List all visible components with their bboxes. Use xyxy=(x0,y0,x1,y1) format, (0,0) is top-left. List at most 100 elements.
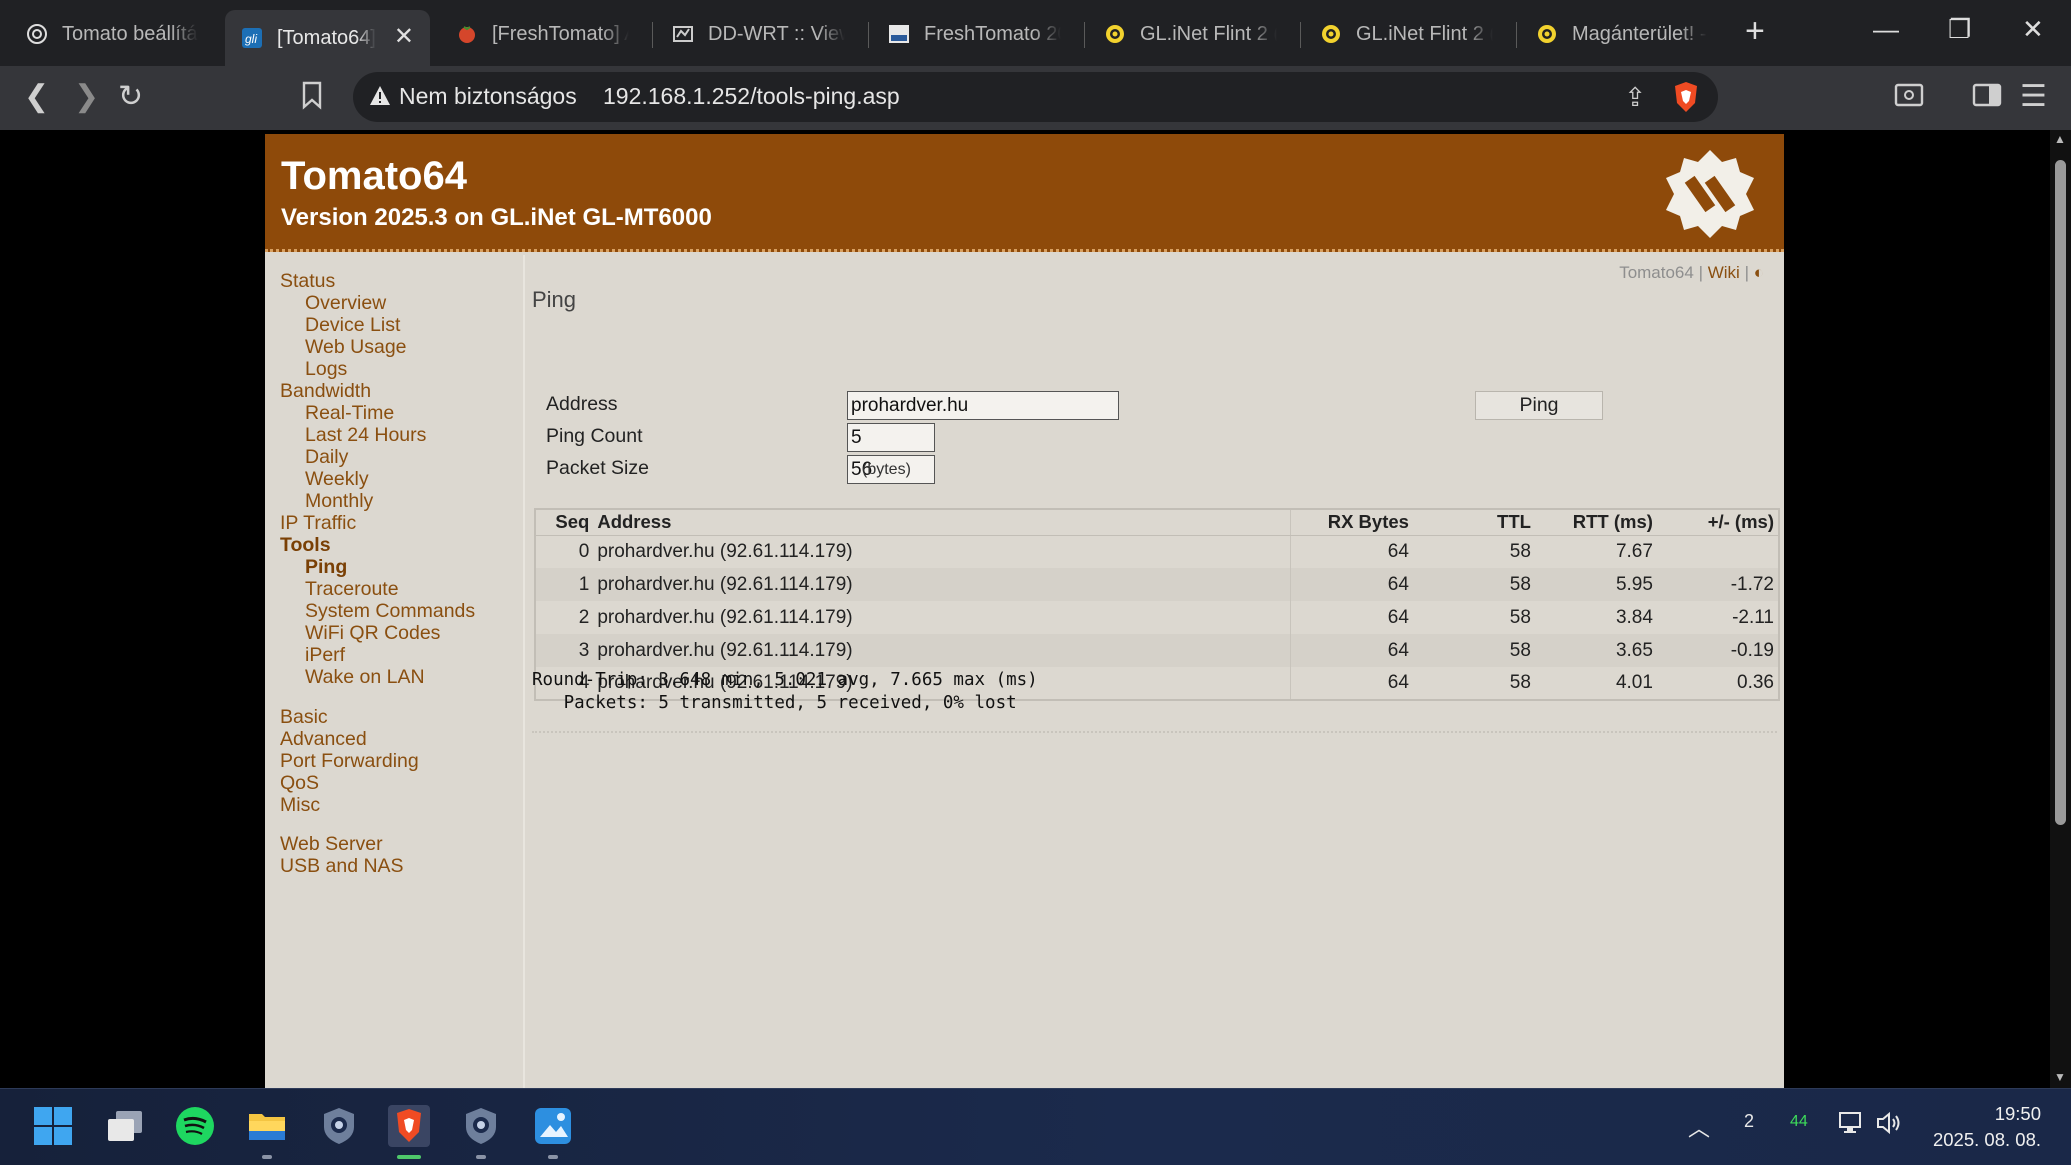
sidebar-item-real-time[interactable]: Real-Time xyxy=(305,401,394,425)
sidebar-item-web-usage[interactable]: Web Usage xyxy=(305,335,407,359)
sidebar-item-basic[interactable]: Basic xyxy=(280,705,328,729)
warning-icon xyxy=(370,86,390,105)
sidebar-item-misc[interactable]: Misc xyxy=(280,793,320,817)
tomato-logo-icon xyxy=(1666,150,1754,238)
sidebar-item-traceroute[interactable]: Traceroute xyxy=(305,577,399,601)
running-indicator xyxy=(262,1155,272,1159)
back-icon[interactable]: ❮ xyxy=(24,80,49,114)
system-clock[interactable]: 19:50 2025. 08. 08. xyxy=(1933,1101,2041,1153)
rtt-cell: 7.67 xyxy=(1615,540,1653,562)
minimize-icon[interactable]: — xyxy=(1873,14,1899,45)
network-icon[interactable] xyxy=(1838,1111,1866,1140)
close-tab-icon[interactable]: ✕ xyxy=(394,22,414,51)
sidebar-item-wake-on-lan[interactable]: Wake on LAN xyxy=(305,665,425,689)
sidebar-item-system-commands[interactable]: System Commands xyxy=(305,599,475,623)
volume-icon[interactable] xyxy=(1876,1111,1904,1140)
restore-icon[interactable]: ❐ xyxy=(1948,14,1971,45)
diff-cell: -1.72 xyxy=(1656,568,1779,601)
tab-glinet-flint-1[interactable]: GL.iNet Flint 2 ( xyxy=(1088,10,1293,58)
home-link[interactable]: Tomato64 xyxy=(1619,263,1694,282)
tab-title: GL.iNet Flint 2 ( xyxy=(1140,22,1277,45)
router-header: Tomato64 Version 2025.3 on GL.iNet GL-MT… xyxy=(265,134,1784,252)
tomato-icon xyxy=(459,26,475,43)
tray-badge-count[interactable]: 2 xyxy=(1744,1111,1754,1132)
tab-glinet-flint-2[interactable]: GL.iNet Flint 2 ( xyxy=(1304,10,1509,58)
tab-tomato64[interactable]: gli [Tomato64] ✕ xyxy=(225,10,430,66)
tab-maganterulet[interactable]: Magánterület! - xyxy=(1520,10,1725,58)
ping-count-input[interactable] xyxy=(847,423,935,452)
col-address: Address xyxy=(593,509,1292,536)
sidebar-item-device-list[interactable]: Device List xyxy=(305,313,400,337)
tab-freshtomato-2025[interactable]: FreshTomato 20 xyxy=(872,10,1077,58)
sidebar-item-status[interactable]: Status xyxy=(280,269,335,293)
tab-ddwrt[interactable]: DD-WRT :: View xyxy=(656,10,861,58)
spotify-icon[interactable] xyxy=(174,1105,216,1147)
sidebar-item-bandwidth[interactable]: Bandwidth xyxy=(280,379,371,403)
page-viewport: Tomato64 Version 2025.3 on GL.iNet GL-MT… xyxy=(0,130,2050,1088)
sidebar-item-web-server[interactable]: Web Server xyxy=(280,832,383,856)
sidebar-item-advanced[interactable]: Advanced xyxy=(280,727,367,751)
dotted-divider xyxy=(532,731,1777,733)
theme-toggle-icon[interactable]: ◐ xyxy=(1754,263,1764,282)
sidebar-item-ip-traffic[interactable]: IP Traffic xyxy=(280,511,356,535)
sidebar-item-wifi-qr-codes[interactable]: WiFi QR Codes xyxy=(305,621,440,645)
windows-start-icon[interactable] xyxy=(32,1105,74,1147)
menu-icon[interactable]: ☰ xyxy=(2020,80,2047,114)
brave-shields-icon[interactable] xyxy=(1672,81,1700,113)
tab-title: [Tomato64] xyxy=(277,26,376,49)
tab-tomato-settings[interactable]: Tomato beállítá xyxy=(10,10,215,58)
sidebar-item-iperf[interactable]: iPerf xyxy=(305,643,345,667)
tab-freshtomato-forum[interactable]: [FreshTomato] A xyxy=(440,10,645,58)
svg-text:gli: gli xyxy=(245,32,257,46)
sidebar-item-last-24-hours[interactable]: Last 24 Hours xyxy=(305,423,426,447)
ping-button[interactable]: Ping xyxy=(1475,391,1603,420)
tab-title: Magánterület! - xyxy=(1572,22,1707,45)
page-scrollbar[interactable]: ▲ ▼ xyxy=(2050,130,2071,1088)
forward-icon[interactable]: ❯ xyxy=(74,80,99,114)
task-view-icon[interactable] xyxy=(104,1105,146,1147)
brave-browser-icon[interactable] xyxy=(388,1105,430,1147)
ttl-cell: 58 xyxy=(1509,540,1531,562)
sidebar-nav: Status Overview Device List Web Usage Logs Ba… xyxy=(265,255,525,1088)
address-cell: prohardver.hu (92.61.114.179) xyxy=(593,634,1292,667)
reload-icon[interactable]: ↻ xyxy=(118,80,143,114)
file-explorer-icon[interactable] xyxy=(246,1105,288,1147)
sidebar-item-qos[interactable]: QoS xyxy=(280,771,319,795)
security-label[interactable]: Nem biztonságos xyxy=(399,83,577,110)
sidebar-toggle-icon[interactable] xyxy=(1972,80,2002,118)
reader-mode-icon[interactable] xyxy=(1894,80,1924,118)
wiki-link[interactable]: Wiki xyxy=(1708,263,1740,282)
scroll-up-icon[interactable]: ▲ xyxy=(2054,132,2066,146)
sidebar-item-usb-and-nas[interactable]: USB and NAS xyxy=(280,854,404,878)
tray-overflow-icon[interactable]: ︿ xyxy=(1688,1111,1710,1143)
sidebar-item-monthly[interactable]: Monthly xyxy=(305,489,373,513)
chatgpt-icon xyxy=(27,24,47,44)
seq-cell: 2 xyxy=(578,606,590,628)
address-input[interactable] xyxy=(847,391,1119,420)
vpn-shield-icon[interactable] xyxy=(460,1105,502,1147)
ttl-cell: 58 xyxy=(1509,606,1531,628)
vpn-shield-icon[interactable] xyxy=(318,1105,360,1147)
ddwrt-icon xyxy=(673,26,693,42)
tray-green-counter[interactable]: 44 xyxy=(1790,1113,1808,1131)
sidebar-item-daily[interactable]: Daily xyxy=(305,445,348,469)
share-icon[interactable]: ⇪ xyxy=(1624,82,1646,113)
new-tab-button[interactable]: + xyxy=(1745,14,1765,48)
rx-bytes-cell: 64 xyxy=(1387,606,1409,628)
url-text[interactable]: 192.168.1.252/tools-ping.asp xyxy=(603,83,900,110)
freshtomato-icon xyxy=(889,25,909,43)
sidebar-item-overview[interactable]: Overview xyxy=(305,291,386,315)
scrollbar-thumb[interactable] xyxy=(2055,160,2066,825)
scroll-down-icon[interactable]: ▼ xyxy=(2054,1070,2066,1084)
sidebar-item-ping[interactable]: Ping xyxy=(305,555,347,579)
close-window-icon[interactable]: ✕ xyxy=(2022,14,2044,45)
sidebar-item-logs[interactable]: Logs xyxy=(305,357,347,381)
bookmark-icon[interactable] xyxy=(300,80,324,118)
sidebar-item-port-forwarding[interactable]: Port Forwarding xyxy=(280,749,419,773)
sidebar-item-tools[interactable]: Tools xyxy=(280,533,331,557)
photos-icon[interactable] xyxy=(532,1105,574,1147)
address-bar[interactable]: Nem biztonságos 192.168.1.252/tools-ping… xyxy=(353,72,1718,122)
address-cell: prohardver.hu (92.61.114.179) xyxy=(593,568,1292,601)
sidebar-item-weekly[interactable]: Weekly xyxy=(305,467,369,491)
windows-taskbar: ︿ 2 44 19:50 2025. 08. 08. xyxy=(0,1088,2071,1165)
